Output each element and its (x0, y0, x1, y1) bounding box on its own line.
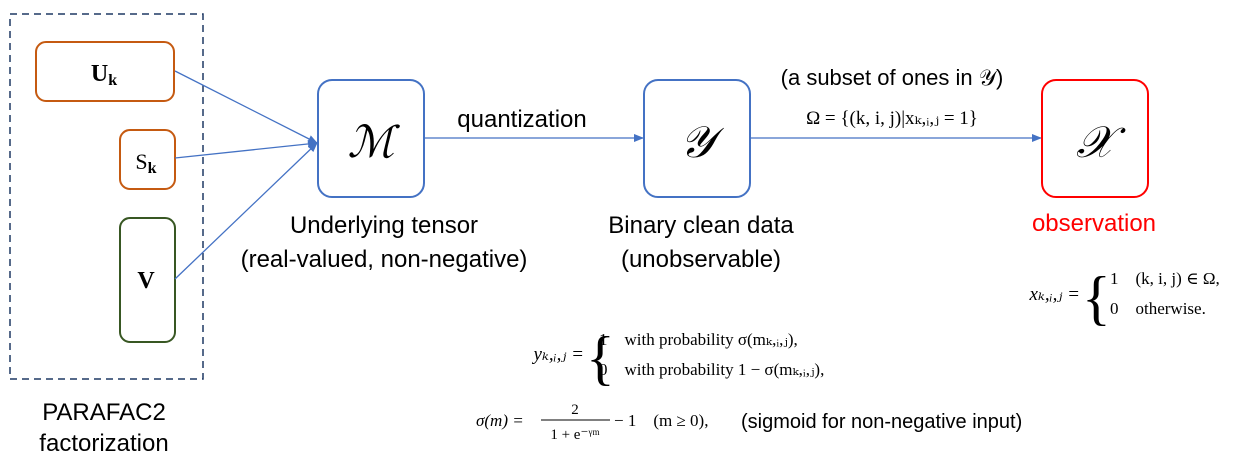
subset-label: (a subset of ones in 𝒴) (781, 65, 1004, 90)
quantization-label: quantization (457, 106, 586, 133)
y-equation-case2: 0 with probability 1 − σ(mₖ,ᵢ,ⱼ), (599, 360, 824, 379)
factor-s-box: Sk (119, 129, 176, 190)
arrow-s-to-m (174, 139, 318, 159)
parafac2-diagram: Uk Sk V PARAFAC2 factorization ℳ Underly… (9, 13, 1220, 457)
arrow-u-to-m (174, 70, 318, 144)
sigma-equation: σ(m) = 2 1 + e⁻ᵞᵐ − 1 (m ≥ 0), (sigmoid … (476, 402, 1022, 443)
node-m-symbol: ℳ (347, 118, 400, 167)
sigma-lhs: σ(m) = (476, 411, 524, 430)
factor-v-label: V (137, 268, 155, 294)
factor-s-label: S (135, 149, 147, 174)
factor-s-subscript: k (148, 160, 157, 177)
factor-u-subscript: k (108, 72, 117, 89)
factorization-caption-line2: factorization (39, 430, 168, 457)
node-y-caption-line2: (unobservable) (621, 246, 781, 273)
x-equation-case2: 0 otherwise. (1110, 299, 1206, 318)
factor-u-label: U (91, 61, 108, 87)
omega-definition: Ω = {(k, i, j)|xₖ,ᵢ,ⱼ = 1} (806, 108, 978, 129)
y-equation: yₖ,ᵢ,ⱼ = { 1 with probability σ(mₖ,ᵢ,ⱼ),… (532, 325, 825, 391)
observation-caption: observation (1032, 210, 1156, 237)
node-m: ℳ (317, 79, 425, 198)
sigma-rest: − 1 (m ≥ 0), (614, 411, 708, 430)
x-equation-brace: { (1082, 265, 1111, 331)
factor-v-box: V (119, 217, 176, 343)
y-equation-case1: 1 with probability σ(mₖ,ᵢ,ⱼ), (599, 330, 798, 349)
x-equation: xₖ,ᵢ,ⱼ = { 1 (k, i, j) ∈ Ω, 0 otherwise. (1029, 265, 1220, 331)
node-y-caption-line1: Binary clean data (608, 212, 794, 239)
node-m-caption-line1: Underlying tensor (290, 212, 478, 239)
node-m-caption-line2: (real-valued, non-negative) (241, 246, 528, 273)
x-equation-lhs: xₖ,ᵢ,ⱼ = (1029, 284, 1080, 305)
factor-u-box: Uk (35, 41, 175, 102)
node-x: 𝒳 (1041, 79, 1149, 198)
sigma-denominator: 1 + e⁻ᵞᵐ (550, 427, 600, 443)
factorization-caption-line1: PARAFAC2 (42, 399, 166, 426)
sigma-note: (sigmoid for non-negative input) (741, 411, 1022, 433)
sigma-numerator: 2 (571, 402, 579, 418)
node-y: 𝒴 (643, 79, 751, 198)
x-equation-case1: 1 (k, i, j) ∈ Ω, (1110, 269, 1220, 288)
y-equation-lhs: yₖ,ᵢ,ⱼ = (532, 344, 584, 365)
